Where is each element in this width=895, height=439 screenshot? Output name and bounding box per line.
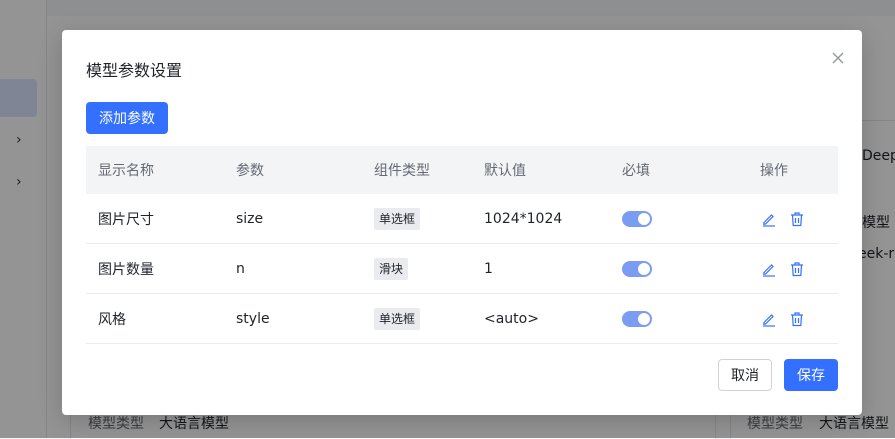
display-name-cell: 风格 bbox=[98, 311, 126, 328]
column-header: 必填 bbox=[622, 163, 650, 179]
actions-cell bbox=[760, 244, 806, 293]
column-header: 默认值 bbox=[484, 163, 526, 179]
required-switch[interactable] bbox=[622, 310, 652, 327]
column-header: 组件类型 bbox=[374, 163, 430, 179]
required-switch[interactable] bbox=[622, 260, 652, 277]
param-cell: n bbox=[236, 260, 245, 277]
table-row: 风格 style 单选框 <auto> bbox=[86, 294, 838, 344]
table-row: 图片尺寸 size 单选框 1024*1024 bbox=[86, 194, 838, 244]
table-row: 图片数量 n 滑块 1 bbox=[86, 244, 838, 294]
display-name-cell: 图片尺寸 bbox=[98, 211, 154, 228]
edit-icon[interactable] bbox=[760, 210, 778, 228]
column-header: 操作 bbox=[760, 163, 788, 179]
component-type-tag: 滑块 bbox=[374, 257, 409, 280]
param-cell: style bbox=[236, 310, 270, 327]
param-cell: size bbox=[236, 210, 264, 227]
display-name-cell: 图片数量 bbox=[98, 261, 154, 278]
column-header: 参数 bbox=[236, 163, 264, 179]
edit-icon[interactable] bbox=[760, 260, 778, 278]
cancel-button[interactable]: 取消 bbox=[718, 359, 772, 391]
delete-icon[interactable] bbox=[788, 210, 806, 228]
delete-icon[interactable] bbox=[788, 260, 806, 278]
table-header: 显示名称 参数 组件类型 默认值 必填 操作 bbox=[86, 146, 838, 194]
close-icon[interactable] bbox=[828, 48, 848, 68]
switch-knob bbox=[638, 212, 650, 225]
required-switch[interactable] bbox=[622, 210, 652, 227]
params-table: 显示名称 参数 组件类型 默认值 必填 操作 图片尺寸 size 单选框 102… bbox=[86, 146, 838, 344]
edit-icon[interactable] bbox=[760, 310, 778, 328]
switch-knob bbox=[638, 312, 650, 325]
required-cell bbox=[622, 194, 652, 243]
default-value-cell: <auto> bbox=[484, 310, 539, 327]
component-type-cell: 单选框 bbox=[374, 294, 421, 343]
save-button[interactable]: 保存 bbox=[784, 359, 838, 391]
component-type-tag: 单选框 bbox=[374, 207, 421, 230]
component-type-tag: 单选框 bbox=[374, 307, 421, 330]
column-header: 显示名称 bbox=[98, 163, 154, 179]
default-value-cell: 1024*1024 bbox=[484, 210, 563, 227]
dialog-title: 模型参数设置 bbox=[86, 61, 183, 80]
switch-knob bbox=[638, 262, 650, 275]
add-param-button[interactable]: 添加参数 bbox=[86, 102, 168, 134]
actions-cell bbox=[760, 294, 806, 343]
delete-icon[interactable] bbox=[788, 310, 806, 328]
required-cell bbox=[622, 294, 652, 343]
required-cell bbox=[622, 244, 652, 293]
default-value-cell: 1 bbox=[484, 260, 493, 277]
actions-cell bbox=[760, 194, 806, 243]
component-type-cell: 单选框 bbox=[374, 194, 421, 243]
model-params-dialog: 模型参数设置 添加参数 显示名称 参数 组件类型 默认值 必填 操作 图片尺寸 … bbox=[62, 30, 862, 415]
component-type-cell: 滑块 bbox=[374, 244, 409, 293]
